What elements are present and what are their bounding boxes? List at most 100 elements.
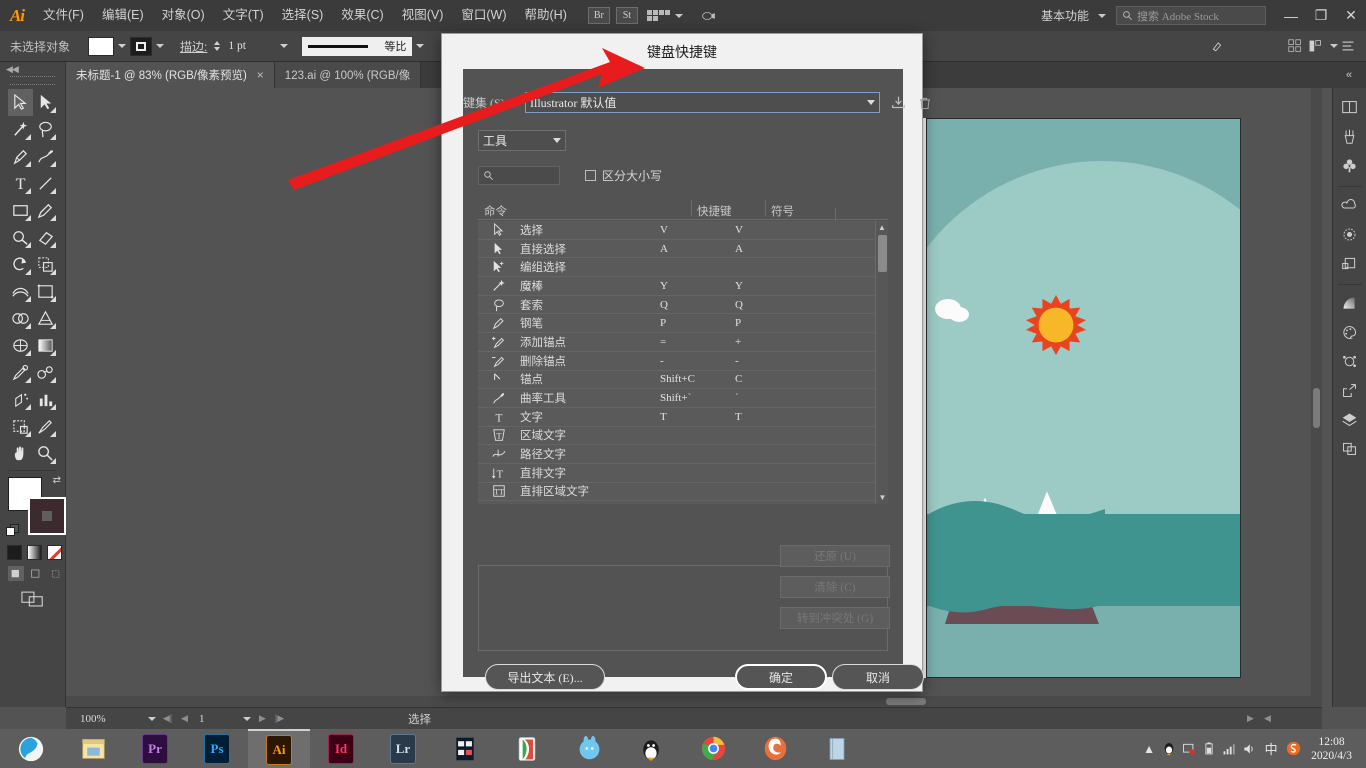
draw-normal-button[interactable] [8,566,24,581]
shaper-tool[interactable] [8,224,33,251]
gradient-icon[interactable] [1337,290,1363,316]
taskbar-reader-app[interactable] [806,729,868,768]
menu-edit[interactable]: 编辑(E) [93,0,153,31]
bridge-button[interactable]: Br [588,7,610,24]
taskbar-browser-360[interactable] [0,729,62,768]
arrange-documents-icon[interactable] [644,8,670,24]
type-tool[interactable]: T [8,170,33,197]
taskbar-file-explorer[interactable] [62,729,124,768]
taskbar-wps-office[interactable] [496,729,558,768]
curvature-tool[interactable] [33,143,58,170]
brushes-icon[interactable] [1337,123,1363,149]
menu-help[interactable]: 帮助(H) [516,0,576,31]
table-row[interactable]: 锚点 Shift+C C [478,371,888,390]
status-text[interactable]: 选择 [408,711,431,727]
minimize-button[interactable]: — [1276,0,1306,31]
scrollbar-thumb[interactable] [1313,388,1320,428]
menu-type[interactable]: 文字(T) [214,0,273,31]
menu-file[interactable]: 文件(F) [34,0,93,31]
table-row[interactable]: TT 直排区域文字 [478,483,888,502]
signal-icon[interactable] [1219,729,1239,768]
scroll-up-icon[interactable]: ▲ [876,221,888,234]
libraries-icon[interactable] [1337,94,1363,120]
tab-close-icon[interactable]: × [257,68,264,82]
selection-tool[interactable] [8,89,33,116]
tab-123-ai[interactable]: 123.ai @ 100% (RGB/像 [275,62,421,88]
case-sensitive-checkbox[interactable] [585,170,596,181]
stroke-weight-chevron-icon[interactable] [276,37,292,56]
artboard-number-input[interactable]: 1 [193,710,239,727]
restore-button[interactable]: ❐ [1306,0,1336,31]
stroke-color-swatch[interactable] [130,37,152,56]
menu-window[interactable]: 窗口(W) [452,0,515,31]
paintbrush-tool[interactable] [33,197,58,224]
zoom-level-input[interactable]: 100% [74,710,144,727]
taskbar-premiere-pro[interactable]: Pr [124,729,186,768]
ok-button[interactable]: 确定 [735,664,827,690]
show-hidden-icon[interactable]: ▲ [1139,729,1159,768]
category-select[interactable]: 工具 [478,130,566,151]
qq-icon[interactable] [1159,729,1179,768]
next-artboard-button[interactable]: ▶ [254,710,271,727]
preferences-chevron-icon[interactable] [1330,44,1338,48]
zoom-tool[interactable] [33,440,58,467]
swap-fill-stroke-icon[interactable]: ⇄ [53,475,61,486]
table-row[interactable]: 套索 Q Q [478,296,888,315]
adobe-stock-search[interactable]: 搜索 Adobe Stock [1116,6,1266,25]
taskbar-clock[interactable]: 12:08 2020/4/3 [1303,735,1360,763]
stroke-swatch[interactable] [28,497,66,535]
default-fill-stroke-icon[interactable] [6,524,21,539]
taskbar-photoshop[interactable]: Ps [186,729,248,768]
perspective-grid-tool[interactable] [33,305,58,332]
blend-tool[interactable] [33,359,58,386]
taskbar-illustrator[interactable]: Ai [248,729,310,768]
artboards-icon[interactable] [1337,250,1363,276]
none-mode-button[interactable] [47,545,62,560]
opacity-chevron-icon[interactable] [1229,36,1249,56]
fill-chevron-icon[interactable] [114,37,130,56]
lasso-tool[interactable] [33,116,58,143]
transform-icon[interactable] [1337,377,1363,403]
draw-inside-button[interactable] [49,566,65,581]
pen-tool[interactable] [8,143,33,170]
keyboard-shortcuts-dialog[interactable]: 键盘快捷键 键集 (S) Illustrator 默认值 工具 [441,33,923,692]
taskbar-chrome-browser[interactable] [682,729,744,768]
taskbar-video-editor[interactable] [434,729,496,768]
notify-icon[interactable] [1179,729,1199,768]
panel-menu-icon[interactable] [1338,36,1358,56]
close-button[interactable]: ✕ [1336,0,1366,31]
color-guide-icon[interactable] [1337,221,1363,247]
tab-untitled-1[interactable]: 未标题-1 @ 83% (RGB/像素预览) × [66,62,275,88]
gradient-tool[interactable] [33,332,58,359]
cancel-button[interactable]: 取消 [832,664,924,690]
table-row[interactable]: 路径文字 [478,445,888,464]
line-segment-tool[interactable] [33,170,58,197]
eyedropper-tool[interactable] [8,359,33,386]
list-scrollbar[interactable]: ▲ ▼ [875,221,888,504]
table-row[interactable]: T 文字 T T [478,408,888,427]
status-expand-icon[interactable]: ▶ [1242,710,1259,727]
workspace-selector[interactable]: 基本功能 [1037,7,1093,24]
column-graph-tool[interactable] [33,386,58,413]
status-menu-icon[interactable]: ◀ [1259,710,1276,727]
stroke-weight-label[interactable]: 描边: [180,38,207,55]
gradient-mode-button[interactable] [27,545,42,560]
brush-definition-icon[interactable] [1209,36,1229,56]
taskbar-lightroom[interactable]: Lr [372,729,434,768]
keyset-select[interactable]: Illustrator 默认值 [525,92,880,113]
battery-icon[interactable] [1199,729,1219,768]
table-row[interactable]: 编组选择 [478,258,888,277]
hand-tool[interactable] [8,440,33,467]
prev-artboard-button[interactable]: ◀ [176,710,193,727]
search-input[interactable] [478,166,560,185]
workspace-chevron-icon[interactable] [1098,14,1106,18]
taskbar-firefox-browser[interactable] [744,729,806,768]
align-grid-icon[interactable] [1285,36,1305,56]
magic-wand-tool[interactable] [8,116,33,143]
sogou-icon[interactable] [1283,729,1303,768]
color-mode-button[interactable] [7,545,22,560]
zoom-chevron-icon[interactable] [144,710,159,727]
ime-icon[interactable]: 中 [1259,729,1283,768]
save-icon[interactable] [889,94,907,112]
taskbar-qq-messenger[interactable] [620,729,682,768]
